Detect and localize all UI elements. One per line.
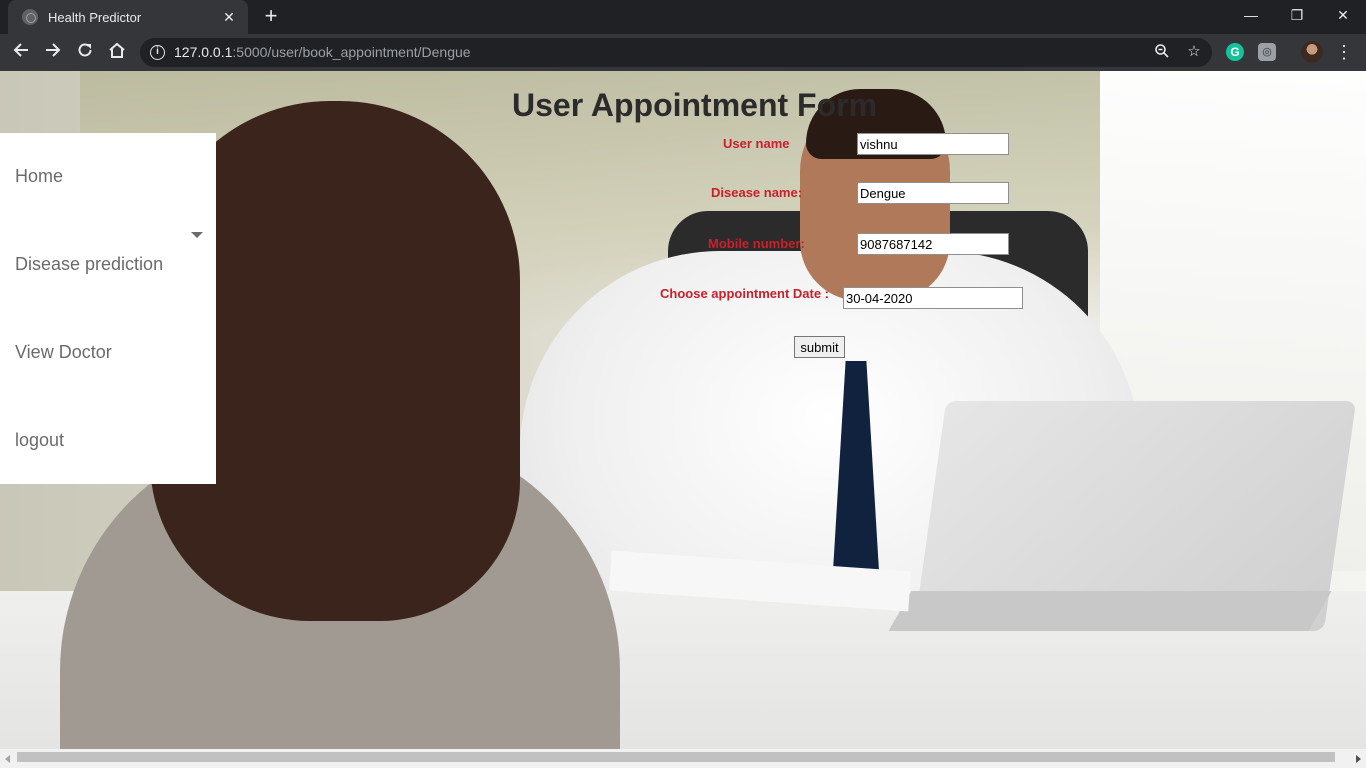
disease-name-label: Disease name:	[711, 185, 803, 200]
zoom-icon[interactable]	[1153, 43, 1171, 61]
user-name-label: User name	[723, 136, 790, 151]
new-tab-button[interactable]: +	[258, 4, 284, 30]
minimize-button[interactable]: —	[1228, 0, 1274, 30]
submit-button[interactable]: submit	[794, 336, 845, 358]
chevron-down-icon[interactable]	[191, 232, 203, 238]
tab-strip: Health Predictor ✕ + — ❐ ✕	[0, 0, 1366, 34]
scroll-left-arrow-icon[interactable]	[5, 755, 10, 763]
sidebar-item-disease-prediction[interactable]: Disease prediction	[15, 254, 163, 275]
browser-toolbar: i 127.0.0.1:5000/user/book_appointment/D…	[0, 34, 1366, 71]
globe-icon	[22, 9, 38, 25]
appointment-date-label: Choose appointment Date :	[660, 286, 830, 301]
maximize-button[interactable]: ❐	[1274, 0, 1320, 30]
home-icon[interactable]	[104, 40, 130, 66]
back-arrow-icon[interactable]	[8, 40, 34, 66]
profile-avatar[interactable]	[1301, 41, 1323, 63]
reload-icon[interactable]	[72, 40, 98, 66]
extension-icon[interactable]: ◎	[1258, 43, 1276, 61]
tab-close-icon[interactable]: ✕	[220, 9, 238, 26]
user-name-field[interactable]	[857, 133, 1009, 155]
url-path: :5000/user/book_appointment/Dengue	[232, 44, 471, 60]
address-bar[interactable]: i 127.0.0.1:5000/user/book_appointment/D…	[140, 38, 1212, 67]
site-info-icon[interactable]: i	[150, 45, 165, 60]
url-host: 127.0.0.1	[174, 44, 233, 60]
forward-arrow-icon[interactable]	[40, 40, 66, 66]
mobile-number-label: Mobile number:	[708, 236, 805, 251]
sidebar-nav: Home Disease prediction View Doctor logo…	[0, 133, 216, 484]
sidebar-item-view-doctor[interactable]: View Doctor	[15, 342, 112, 363]
sidebar-item-home[interactable]: Home	[15, 166, 63, 187]
url-text[interactable]: 127.0.0.1:5000/user/book_appointment/Den…	[174, 44, 471, 60]
scroll-right-arrow-icon[interactable]	[1356, 755, 1361, 763]
bookmark-star-icon[interactable]: ☆	[1185, 43, 1203, 61]
grammarly-extension-icon[interactable]: G	[1226, 43, 1244, 61]
sidebar-item-logout[interactable]: logout	[15, 430, 64, 451]
appointment-date-field[interactable]	[843, 287, 1023, 309]
disease-name-field[interactable]	[857, 182, 1009, 204]
scrollbar-thumb[interactable]	[17, 752, 1335, 762]
browser-tab[interactable]: Health Predictor ✕	[8, 0, 248, 34]
page-title: User Appointment Form	[512, 87, 878, 123]
close-window-button[interactable]: ✕	[1320, 0, 1366, 30]
mobile-number-field[interactable]	[857, 233, 1009, 255]
page-viewport: User Appointment Form Home Disease predi…	[0, 71, 1366, 749]
horizontal-scrollbar[interactable]	[0, 749, 1366, 768]
background-photo-laptop-base	[888, 591, 1332, 631]
tab-title: Health Predictor	[48, 9, 142, 25]
browser-menu-icon[interactable]: ⋮	[1334, 40, 1354, 64]
